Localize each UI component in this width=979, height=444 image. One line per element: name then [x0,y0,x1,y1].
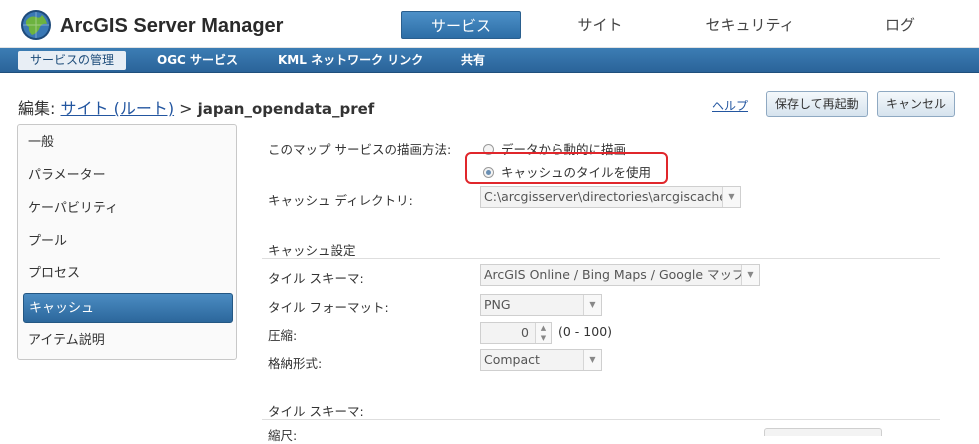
cancel-button[interactable]: キャンセル [877,91,956,117]
spin-down-icon[interactable]: ▼ [535,333,551,343]
nav-tab-site[interactable]: サイト [540,11,660,39]
storage-format-select[interactable]: Compact ▼ [480,349,602,371]
subnav-sharing[interactable]: 共有 [461,51,485,70]
tile-format-label: タイル フォーマット: [268,300,389,315]
nav-tab-logs[interactable]: ログ [840,11,960,39]
chevron-down-icon: ▼ [583,350,601,370]
section-divider [262,419,940,420]
chevron-down-icon: ▼ [583,295,601,315]
storage-format-value: Compact [484,352,540,367]
draw-method-label: このマップ サービスの描画方法: [268,142,452,157]
cache-directory-value: C:\arcgisserver\directories\arcgiscache [484,189,727,204]
service-name: japan_opendata_pref [197,100,375,118]
subnav-manage-services[interactable]: サービスの管理 [18,51,127,70]
nav-tab-services[interactable]: サービス [401,11,521,39]
scale-label: 縮尺: [268,428,298,443]
cache-settings-title: キャッシュ設定 [268,243,356,258]
compression-label: 圧縮: [268,328,298,343]
compression-value: 0 [521,325,529,340]
section-divider [262,258,940,259]
help-link[interactable]: ヘルプ [712,97,748,114]
sidebar-item-processes[interactable]: プロセス [23,259,233,289]
main-nav: サービス サイト セキュリティ ログ [0,11,979,39]
tile-scheme-label: タイル スキーマ: [268,271,364,286]
radio-button-cache[interactable] [483,167,494,178]
sidebar-item-general[interactable]: 一般 [23,128,233,158]
compression-spinner[interactable]: 0 ▲ ▼ [480,322,552,344]
chevron-down-icon: ▼ [722,187,740,207]
compression-range: (0 - 100) [558,324,613,339]
subnav-kml-network-links[interactable]: KML ネットワーク リンク [278,51,423,70]
tile-scheme-value: ArcGIS Online / Bing Maps / Google マップ [484,267,745,282]
scale-field[interactable] [764,428,882,436]
breadcrumb-site-root[interactable]: サイト (ルート) [60,99,174,118]
tile-scheme-select[interactable]: ArcGIS Online / Bing Maps / Google マップ ▼ [480,264,760,286]
tile-format-value: PNG [484,297,511,312]
nav-tab-security[interactable]: セキュリティ [690,11,810,39]
page-title: 編集: サイト (ルート) > japan_opendata_pref [18,95,374,119]
sub-nav: サービスの管理 OGC サービス KML ネットワーク リンク 共有 [0,48,979,73]
title-prefix: 編集: [18,99,61,118]
settings-sidebar: 一般 パラメーター ケーパビリティ プール プロセス キャッシュ アイテム説明 [17,124,237,360]
breadcrumb-separator: > [174,99,198,118]
sidebar-item-pooling[interactable]: プール [23,227,233,257]
save-and-restart-button[interactable]: 保存して再起動 [766,91,868,117]
subnav-ogc-services[interactable]: OGC サービス [157,51,238,70]
spin-up-icon[interactable]: ▲ [535,323,551,333]
cache-directory-select[interactable]: C:\arcgisserver\directories\arcgiscache … [480,186,741,208]
tile-format-select[interactable]: PNG ▼ [480,294,602,316]
sidebar-item-capabilities[interactable]: ケーパビリティ [23,194,233,224]
tile-scheme-section-title: タイル スキーマ: [268,404,364,419]
sidebar-item-caching[interactable]: キャッシュ [23,293,233,323]
chevron-down-icon: ▼ [741,265,759,285]
storage-format-label: 格納形式: [268,356,323,371]
sidebar-item-item-description[interactable]: アイテム説明 [23,326,233,356]
cache-directory-label: キャッシュ ディレクトリ: [268,193,413,208]
radio-cache-label: キャッシュのタイルを使用 [501,165,652,180]
radio-cache-option[interactable]: キャッシュのタイルを使用 [483,162,651,181]
sidebar-item-parameters[interactable]: パラメーター [23,161,233,191]
app-header: ArcGIS Server Manager サービス サイト セキュリティ ログ [0,0,979,48]
